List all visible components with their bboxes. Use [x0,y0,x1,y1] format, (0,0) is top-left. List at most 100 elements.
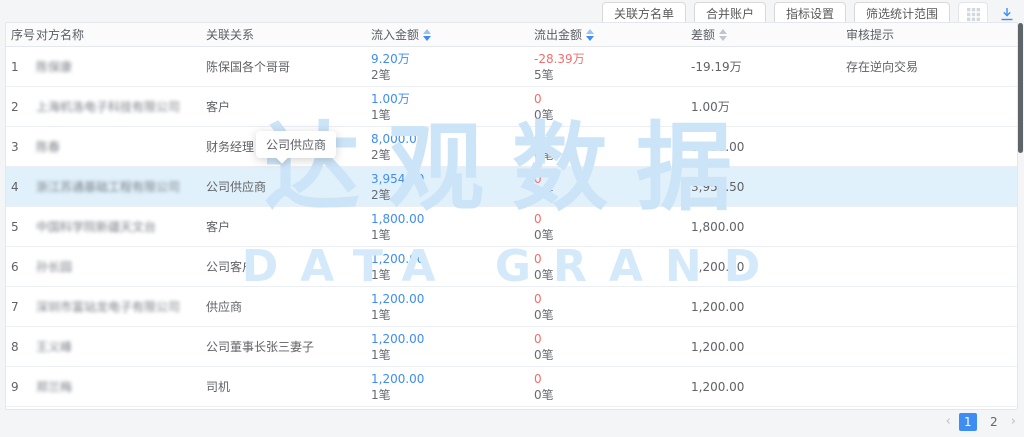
cell-outflow: 00笔 [534,291,691,323]
inflow-amount: 8,000.00 [371,131,534,147]
counterparty-name-redacted: 孙长园 [36,260,72,274]
column-label: 序号 [11,26,35,43]
cell-inflow: 1,200.001笔 [371,291,534,323]
outflow-amount: 0 [534,291,691,307]
column-label: 流入金额 [371,26,419,43]
sort-carets-icon[interactable] [423,29,431,41]
pagination-prev-icon[interactable]: ‹ [946,413,951,431]
cell-inflow: 8,000.002笔 [371,131,534,163]
pagination-pages: 12 [959,413,1003,431]
column-label: 差额 [691,26,715,43]
table-row[interactable]: 6孙长园公司客户1,200.001笔00笔1,200.00 [6,247,1017,287]
outflow-count: 0笔 [534,307,691,323]
column-header-2: 对方名称 [36,26,206,43]
table-row[interactable]: 3陈春财务经理8,000.002笔00笔8,000.00 [6,127,1017,167]
table-row[interactable]: 2上海机洛电子科技有限公司客户1.00万1笔00笔1.00万 [6,87,1017,127]
pagination-page-1[interactable]: 1 [959,413,977,431]
table-row[interactable]: 1陈保康陈保国各个哥哥9.20万2笔-28.39万5笔-19.19万存在逆向交易 [6,47,1017,87]
inflow-amount: 1.00万 [371,91,534,107]
sort-carets-icon[interactable] [719,29,727,41]
cell-index: 3 [11,139,36,155]
cell-relation: 客户 [206,219,371,235]
cell-outflow: 00笔 [534,131,691,163]
outflow-count: 0笔 [534,267,691,283]
cell-outflow: 00笔 [534,91,691,123]
inflow-count: 2笔 [371,187,534,203]
cell-relation: 客户 [206,99,371,115]
cell-difference: -19.19万 [691,59,846,75]
outflow-amount: 0 [534,211,691,227]
cell-inflow: 1,200.001笔 [371,251,534,283]
cell-inflow: 1,200.001笔 [371,331,534,363]
table-row[interactable]: 7深圳市富站龙电子有限公司供应商1,200.001笔00笔1,200.00 [6,287,1017,327]
cell-difference: 8,000.00 [691,139,846,155]
cell-audit-hint: 存在逆向交易 [846,59,1017,75]
counterparty-name-redacted: 陈春 [36,140,60,154]
cell-inflow: 1,800.001笔 [371,211,534,243]
inflow-count: 1笔 [371,387,534,403]
cell-index: 7 [11,299,36,315]
inflow-amount: 1,200.00 [371,291,534,307]
cell-index: 4 [11,179,36,195]
table-row[interactable]: 5中国科学院新疆天文台客户1,800.001笔00笔1,800.00 [6,207,1017,247]
cell-index: 9 [11,379,36,395]
inflow-count: 2笔 [371,147,534,163]
counterparty-name-redacted: 陈保康 [36,60,72,74]
counterparty-name-redacted: 浙江苏通基础工程有限公司 [36,180,180,194]
inflow-count: 1笔 [371,307,534,323]
inflow-amount: 9.20万 [371,51,534,67]
table-row[interactable]: 4浙江苏通基础工程有限公司公司供应商3,954.502笔00笔3,954.50 [6,167,1017,207]
cell-counterparty-name: 深圳市富站龙电子有限公司 [36,299,206,315]
outflow-amount: 0 [534,91,691,107]
related-party-table-card: 序号对方名称关联关系流入金额 流出金额 差额 审核提示 1陈保康 陈保国各个哥哥9.20… [5,22,1018,410]
outflow-amount: 0 [534,131,691,147]
cell-difference: 1,200.00 [691,299,846,315]
cell-counterparty-name: 中国科学院新疆天文台 [36,219,206,235]
column-header-5[interactable]: 流出金额 [534,26,691,43]
column-label: 流出金额 [534,26,582,43]
outflow-count: 0笔 [534,147,691,163]
inflow-amount: 1,200.00 [371,251,534,267]
counterparty-name-redacted: 郑兰梅 [36,380,72,394]
counterparty-name-redacted: 中国科学院新疆天文台 [36,220,156,234]
table-row[interactable]: 8王义峰公司董事长张三妻子1,200.001笔00笔1,200.00 [6,327,1017,367]
cell-difference: 1,200.00 [691,379,846,395]
counterparty-name-redacted: 深圳市富站龙电子有限公司 [36,300,180,314]
cell-counterparty-name: 浙江苏通基础工程有限公司 [36,179,206,195]
table-row[interactable]: 9郑兰梅司机1,200.001笔00笔1,200.00 [6,367,1017,407]
outflow-amount: 0 [534,171,691,187]
sort-carets-icon[interactable] [586,29,594,41]
cell-counterparty-name: 孙长园 [36,259,206,275]
cell-counterparty-name: 上海机洛电子科技有限公司 [36,99,206,115]
column-header-6[interactable]: 差额 [691,26,846,43]
cell-relation: 供应商 [206,299,371,315]
cell-outflow: 00笔 [534,371,691,403]
cell-counterparty-name: 陈保康 [36,59,206,75]
pagination-next-icon[interactable]: › [1011,413,1016,431]
cell-inflow: 1.00万1笔 [371,91,534,123]
inflow-amount: 1,200.00 [371,371,534,387]
table-grid-icon [967,8,980,21]
cell-inflow: 3,954.502笔 [371,171,534,203]
cell-difference: 1,800.00 [691,219,846,235]
outflow-count: 0笔 [534,107,691,123]
pagination-page-2[interactable]: 2 [985,413,1003,431]
cell-outflow: 00笔 [534,211,691,243]
column-header-4[interactable]: 流入金额 [371,26,534,43]
cell-relation: 陈保国各个哥哥 [206,59,371,75]
outflow-count: 0笔 [534,187,691,203]
inflow-count: 1笔 [371,267,534,283]
cell-index: 2 [11,99,36,115]
cell-index: 8 [11,339,36,355]
column-label: 审核提示 [846,26,894,43]
cell-index: 6 [11,259,36,275]
cell-counterparty-name: 郑兰梅 [36,379,206,395]
table-header-row: 序号对方名称关联关系流入金额 流出金额 差额 审核提示 [6,23,1017,47]
outflow-count: 5笔 [534,67,691,83]
outflow-amount: 0 [534,251,691,267]
column-header-3: 关联关系 [206,26,371,43]
cell-index: 1 [11,59,36,75]
vertical-scrollbar-thumb[interactable] [1018,23,1023,153]
vertical-scrollbar-track[interactable] [1018,23,1023,385]
inflow-amount: 1,200.00 [371,331,534,347]
